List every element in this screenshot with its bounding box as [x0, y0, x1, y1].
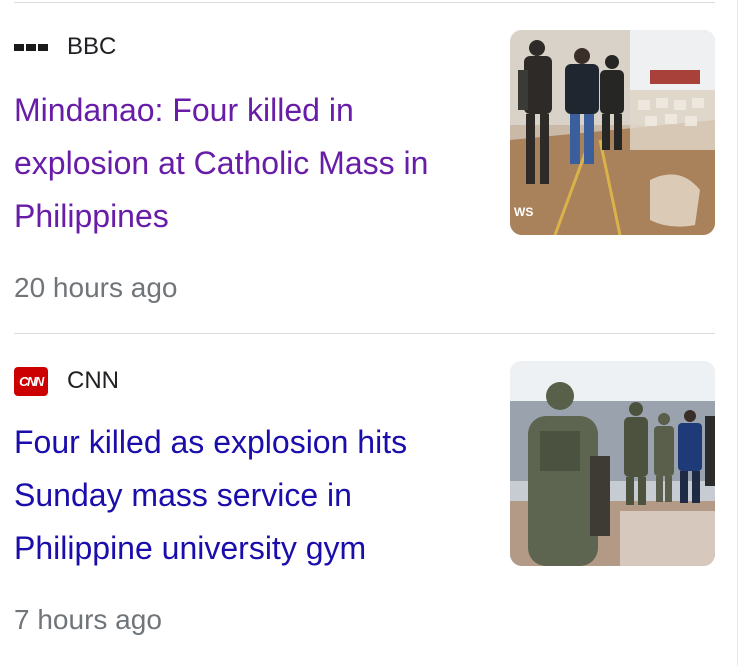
timestamp: 7 hours ago [14, 604, 162, 635]
cnn-logo-icon: CNN [14, 366, 48, 396]
headline-link[interactable]: Four killed as explosion hits Sunday mas… [14, 416, 474, 575]
headline-link[interactable]: Mindanao: Four killed in explosion at Ca… [14, 84, 474, 243]
news-photo-soldiers-hall: WS [510, 30, 715, 235]
thumbnail-watermark: WS [514, 205, 533, 219]
news-source[interactable]: BBC [14, 33, 116, 61]
news-photo-soldiers-gym [510, 361, 715, 566]
news-result-card[interactable]: CNN CNN Four killed as explosion hits Su… [0, 334, 740, 666]
source-name: BBC [67, 33, 117, 60]
timestamp: 20 hours ago [14, 272, 178, 303]
thumbnail-image[interactable]: WS [510, 30, 715, 235]
source-name: CNN [67, 367, 119, 394]
thumbnail-image[interactable] [510, 361, 715, 566]
bbc-logo-icon [14, 43, 48, 51]
news-source[interactable]: CNN CNN [14, 366, 119, 396]
news-result-card[interactable]: BBC Mindanao: Four killed in explosion a… [0, 0, 740, 333]
